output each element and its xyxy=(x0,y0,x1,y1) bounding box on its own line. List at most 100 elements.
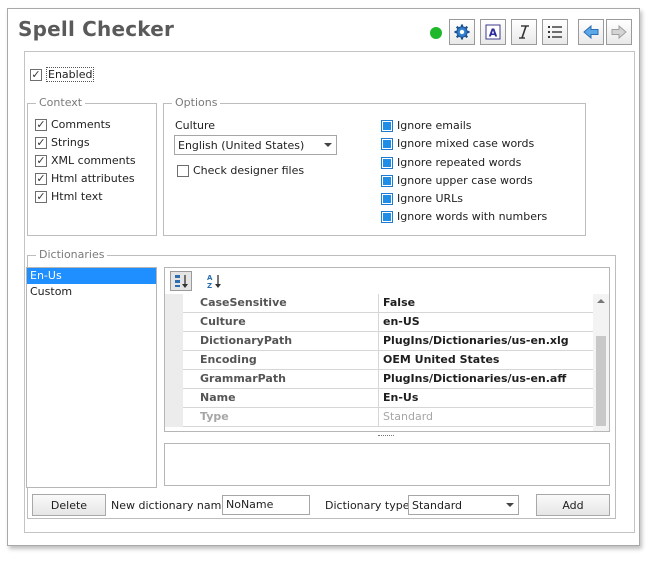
gear-icon xyxy=(454,24,470,40)
property-row-type[interactable]: Type Standard xyxy=(165,408,593,427)
list-item[interactable]: Custom xyxy=(27,284,156,300)
checkbox-label: XML comments xyxy=(51,154,136,167)
checkbox-box[interactable]: ✓ xyxy=(35,172,47,185)
checkbox-label: Html text xyxy=(51,190,103,203)
categorized-sort-button[interactable] xyxy=(170,271,192,291)
checkbox-box[interactable] xyxy=(381,119,393,132)
property-row-dictionarypath[interactable]: DictionaryPath PlugIns/Dictionaries/us-e… xyxy=(165,332,593,351)
chevron-down-icon[interactable] xyxy=(506,503,514,507)
categorized-sort-icon xyxy=(175,275,188,288)
enabled-label: Enabled xyxy=(46,67,95,82)
checkbox-box[interactable] xyxy=(381,192,393,205)
ignore-emails-checkbox[interactable]: Ignore emails xyxy=(381,119,472,132)
italic-clear-button[interactable] xyxy=(511,19,537,45)
property-name: GrammarPath xyxy=(183,370,379,389)
arrow-right-icon xyxy=(611,24,627,40)
scrollbar-thumb[interactable] xyxy=(596,336,606,426)
ignore-repeated-checkbox[interactable]: Ignore repeated words xyxy=(381,156,521,169)
context-comments-checkbox[interactable]: ✓ Comments xyxy=(35,118,111,131)
options-group-title: Options xyxy=(172,96,221,109)
checkbox-box[interactable]: ✓ xyxy=(35,190,47,203)
property-value[interactable]: OEM United States xyxy=(379,351,593,370)
settings-button[interactable] xyxy=(449,19,475,45)
list-icon xyxy=(548,26,562,38)
new-dictionary-name-input[interactable]: NoName xyxy=(222,495,310,515)
svg-text:A: A xyxy=(207,274,213,282)
enabled-checkbox[interactable]: ✓ Enabled xyxy=(30,67,95,82)
splitter-handle[interactable] xyxy=(378,435,394,437)
checkbox-label: Ignore repeated words xyxy=(397,156,522,169)
checkbox-box[interactable]: ✓ xyxy=(35,118,47,131)
property-name: Encoding xyxy=(183,351,379,370)
check-designer-checkbox[interactable]: Check designer files xyxy=(177,164,304,177)
scroll-up-icon[interactable] xyxy=(597,299,605,303)
property-description-panel xyxy=(164,443,610,486)
svg-text:Z: Z xyxy=(207,282,212,289)
property-row-culture[interactable]: Culture en-US xyxy=(165,313,593,332)
dictionaries-group-title: Dictionaries xyxy=(36,248,108,261)
chevron-down-icon[interactable] xyxy=(324,143,332,147)
dictionary-type-label: Dictionary type: xyxy=(325,499,414,512)
property-row-encoding[interactable]: Encoding OEM United States xyxy=(165,351,593,370)
alphabetical-sort-button[interactable]: A Z xyxy=(203,271,225,291)
ignore-words-with-numbers-checkbox[interactable]: Ignore words with numbers xyxy=(381,210,547,223)
property-value: Standard xyxy=(379,408,593,427)
property-value[interactable]: False xyxy=(379,294,593,313)
checkbox-box[interactable] xyxy=(381,156,393,169)
ignore-mixed-case-checkbox[interactable]: Ignore mixed case words xyxy=(381,137,534,150)
checkbox-box[interactable] xyxy=(177,164,189,177)
checkbox-label: Comments xyxy=(51,118,111,131)
text-format-button[interactable]: A xyxy=(480,19,506,45)
property-grid: A Z CaseSensitive False Culture en-US Di… xyxy=(164,267,610,432)
property-row-name[interactable]: Name En-Us xyxy=(165,389,593,408)
context-strings-checkbox[interactable]: ✓ Strings xyxy=(35,136,90,149)
checkbox-box[interactable]: ✓ xyxy=(35,154,47,167)
property-row-casesensitive[interactable]: CaseSensitive False xyxy=(165,294,593,313)
property-value[interactable]: En-Us xyxy=(379,389,593,408)
property-row-grammarpath[interactable]: GrammarPath PlugIns/Dictionaries/us-en.a… xyxy=(165,370,593,389)
window-title: Spell Checker xyxy=(18,17,175,41)
property-grid-toolbar: A Z xyxy=(165,268,609,294)
alphabetical-sort-icon: A Z xyxy=(207,274,221,289)
property-value[interactable]: PlugIns/Dictionaries/us-en.xlg xyxy=(379,332,593,351)
checkbox-box[interactable] xyxy=(381,174,393,187)
text-format-icon: A xyxy=(485,24,501,40)
property-value[interactable]: en-US xyxy=(379,313,593,332)
checkbox-box[interactable] xyxy=(381,210,393,223)
back-button[interactable] xyxy=(578,19,604,45)
new-dictionary-name-label: New dictionary name: xyxy=(111,499,232,512)
add-button[interactable]: Add xyxy=(536,494,610,516)
checkbox-box[interactable]: ✓ xyxy=(30,68,42,81)
checkbox-box[interactable]: ✓ xyxy=(35,136,47,149)
property-grid-scrollbar[interactable] xyxy=(593,294,609,431)
context-group-title: Context xyxy=(36,96,86,109)
checkbox-label: Ignore upper case words xyxy=(397,174,533,187)
ignore-upper-case-checkbox[interactable]: Ignore upper case words xyxy=(381,174,533,187)
checkbox-label: Ignore URLs xyxy=(397,192,464,205)
context-html-attributes-checkbox[interactable]: ✓ Html attributes xyxy=(35,172,135,185)
property-name: Name xyxy=(183,389,379,408)
checkbox-label: Ignore emails xyxy=(397,119,472,132)
checkbox-label: Html attributes xyxy=(51,172,135,185)
list-item[interactable]: En-Us xyxy=(27,268,156,284)
svg-text:A: A xyxy=(489,27,498,40)
dictionary-type-select[interactable]: Standard xyxy=(408,495,519,515)
context-html-text-checkbox[interactable]: ✓ Html text xyxy=(35,190,103,203)
checkbox-label: Check designer files xyxy=(193,164,305,177)
dictionary-list[interactable]: En-Us Custom xyxy=(26,267,157,488)
context-xml-comments-checkbox[interactable]: ✓ XML comments xyxy=(35,154,136,167)
property-name: CaseSensitive xyxy=(183,294,379,313)
culture-select[interactable]: English (United States) xyxy=(174,135,337,155)
dictionary-type-value: Standard xyxy=(412,498,463,512)
property-name: Culture xyxy=(183,313,379,332)
culture-value: English (United States) xyxy=(178,138,305,152)
list-button[interactable] xyxy=(542,19,568,45)
status-indicator xyxy=(430,27,442,39)
checkbox-label: Ignore mixed case words xyxy=(397,137,535,150)
property-value[interactable]: PlugIns/Dictionaries/us-en.aff xyxy=(379,370,593,389)
forward-button[interactable] xyxy=(606,19,632,45)
property-name: DictionaryPath xyxy=(183,332,379,351)
ignore-urls-checkbox[interactable]: Ignore URLs xyxy=(381,192,463,205)
checkbox-box[interactable] xyxy=(381,137,393,150)
delete-button[interactable]: Delete xyxy=(32,494,106,516)
